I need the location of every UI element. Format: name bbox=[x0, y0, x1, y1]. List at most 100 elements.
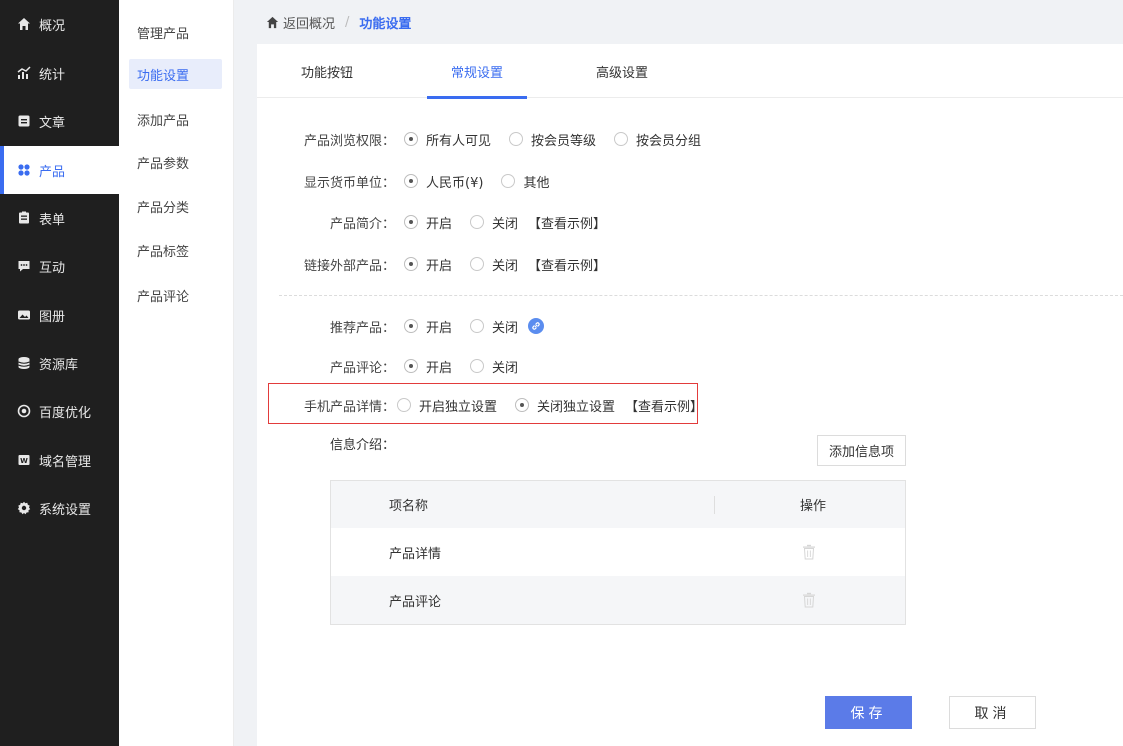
column-header-actions: 操作 bbox=[800, 499, 827, 514]
subnav-item-add-product[interactable]: 添加产品 bbox=[129, 104, 222, 134]
setting-label: 产品评论： bbox=[330, 360, 396, 376]
section-divider bbox=[279, 295, 1123, 296]
setting-product-intro: 产品简介： 开启 关闭 【查看示例】 bbox=[330, 211, 606, 233]
breadcrumb-current: 功能设置 bbox=[359, 16, 412, 32]
radio-currency-rmb[interactable]: 人民币(¥) bbox=[404, 172, 483, 191]
setting-browse-permission: 产品浏览权限： 所有人可见 按会员等级 按会员分组 bbox=[304, 128, 701, 150]
radio-mobile-independent-on[interactable]: 开启独立设置 bbox=[397, 396, 497, 415]
nav-item-label: 资源库 bbox=[39, 357, 79, 373]
database-icon bbox=[17, 356, 31, 370]
setting-label: 手机产品详情： bbox=[304, 399, 396, 415]
chart-icon bbox=[17, 66, 31, 80]
radio-mobile-independent-off[interactable]: 关闭独立设置 bbox=[515, 396, 615, 415]
trash-icon[interactable] bbox=[802, 592, 816, 608]
setting-recommend-products: 推荐产品： 开启 关闭 bbox=[330, 315, 545, 337]
chat-icon bbox=[17, 259, 31, 273]
subnav-item-product-tags[interactable]: 产品标签 bbox=[129, 235, 222, 265]
subnav-item-product-categories[interactable]: 产品分类 bbox=[129, 191, 222, 221]
svg-text:W: W bbox=[20, 457, 28, 465]
subnav-item-manage-products[interactable]: 管理产品 bbox=[129, 17, 222, 47]
nav-item-label: 系统设置 bbox=[39, 502, 92, 518]
nav-item-domains[interactable]: W 域名管理 bbox=[0, 436, 119, 484]
setting-label: 链接外部产品： bbox=[304, 258, 396, 274]
breadcrumb-separator: / bbox=[345, 14, 350, 30]
table-header: 项名称 操作 bbox=[331, 481, 905, 528]
nav-item-overview[interactable]: 概况 bbox=[0, 0, 119, 48]
trash-icon[interactable] bbox=[802, 544, 816, 560]
info-intro-label: 信息介绍： bbox=[330, 437, 396, 453]
subnav-item-feature-settings[interactable]: 功能设置 bbox=[129, 59, 222, 89]
nav-item-products[interactable]: 产品 bbox=[0, 146, 119, 194]
row-name: 产品详情 bbox=[389, 546, 442, 562]
tab-function-buttons[interactable]: 功能按钮 bbox=[292, 44, 362, 98]
radio-browse-member-level[interactable]: 按会员等级 bbox=[509, 130, 596, 149]
main-sidebar: 概况 统计 文章 产品 表单 互动 图册 资源库 百度优化 W 域名管理 系统设… bbox=[0, 0, 119, 746]
link-icon[interactable] bbox=[528, 318, 545, 334]
view-example-link[interactable]: 【查看示例】 bbox=[528, 213, 606, 232]
save-button[interactable]: 保存 bbox=[825, 696, 912, 729]
table-row: 产品详情 bbox=[331, 528, 905, 576]
subnav-item-product-params[interactable]: 产品参数 bbox=[129, 147, 222, 177]
setting-label: 推荐产品： bbox=[330, 320, 396, 336]
nav-item-interaction[interactable]: 互动 bbox=[0, 242, 119, 290]
nav-item-album[interactable]: 图册 bbox=[0, 291, 119, 339]
breadcrumb-home-label: 返回概况 bbox=[283, 16, 336, 32]
radio-external-on[interactable]: 开启 bbox=[404, 255, 452, 274]
row-name: 产品评论 bbox=[389, 594, 442, 610]
nav-item-label: 互动 bbox=[39, 260, 66, 276]
nav-item-articles[interactable]: 文章 bbox=[0, 97, 119, 145]
radio-external-off[interactable]: 关闭 bbox=[470, 255, 518, 274]
table-row: 产品评论 bbox=[331, 576, 905, 624]
radio-review-off[interactable]: 关闭 bbox=[470, 357, 518, 376]
radio-browse-everyone[interactable]: 所有人可见 bbox=[404, 130, 491, 149]
album-icon bbox=[17, 308, 31, 322]
article-icon bbox=[17, 114, 31, 128]
radio-recommend-off[interactable]: 关闭 bbox=[470, 317, 518, 336]
nav-item-seo[interactable]: 百度优化 bbox=[0, 387, 119, 435]
nav-item-label: 文章 bbox=[39, 115, 66, 131]
radio-currency-other[interactable]: 其他 bbox=[501, 172, 549, 191]
nav-item-label: 百度优化 bbox=[39, 405, 92, 421]
setting-label: 显示货币单位： bbox=[304, 175, 396, 191]
add-info-item-button[interactable]: 添加信息项 bbox=[817, 435, 906, 466]
nav-item-label: 图册 bbox=[39, 309, 66, 325]
nav-item-label: 产品 bbox=[39, 164, 66, 180]
setting-product-reviews: 产品评论： 开启 关闭 bbox=[330, 355, 518, 377]
cancel-button[interactable]: 取消 bbox=[949, 696, 1036, 729]
setting-external-product: 链接外部产品： 开启 关闭 【查看示例】 bbox=[304, 253, 606, 275]
seo-icon bbox=[17, 404, 31, 418]
setting-currency: 显示货币单位： 人民币(¥) 其他 bbox=[304, 170, 549, 192]
info-items-table: 项名称 操作 产品详情 产品评论 bbox=[330, 480, 906, 625]
nav-item-label: 表单 bbox=[39, 212, 66, 228]
home-icon bbox=[17, 17, 31, 31]
tab-general-settings[interactable]: 常规设置 bbox=[427, 44, 527, 99]
home-icon bbox=[266, 16, 279, 28]
product-icon bbox=[17, 163, 31, 177]
view-example-link[interactable]: 【查看示例】 bbox=[625, 396, 703, 415]
setting-label: 产品浏览权限： bbox=[304, 133, 396, 149]
nav-item-label: 统计 bbox=[39, 67, 66, 83]
column-divider bbox=[714, 496, 715, 514]
radio-intro-on[interactable]: 开启 bbox=[404, 213, 452, 232]
nav-item-label: 域名管理 bbox=[39, 454, 92, 470]
breadcrumb: 返回概况 / 功能设置 bbox=[234, 0, 1123, 44]
radio-review-on[interactable]: 开启 bbox=[404, 357, 452, 376]
main-panel: 功能按钮 常规设置 高级设置 产品浏览权限： 所有人可见 按会员等级 按会员分组… bbox=[257, 44, 1123, 746]
view-example-link[interactable]: 【查看示例】 bbox=[528, 255, 606, 274]
nav-item-resources[interactable]: 资源库 bbox=[0, 339, 119, 387]
subnav-item-product-reviews[interactable]: 产品评论 bbox=[129, 280, 222, 310]
nav-item-forms[interactable]: 表单 bbox=[0, 194, 119, 242]
nav-item-system-settings[interactable]: 系统设置 bbox=[0, 484, 119, 532]
nav-item-label: 概况 bbox=[39, 18, 66, 34]
radio-recommend-on[interactable]: 开启 bbox=[404, 317, 452, 336]
tab-advanced-settings[interactable]: 高级设置 bbox=[587, 44, 657, 98]
radio-intro-off[interactable]: 关闭 bbox=[470, 213, 518, 232]
column-header-name: 项名称 bbox=[389, 499, 429, 514]
breadcrumb-back-link[interactable]: 返回概况 bbox=[266, 13, 335, 32]
setting-mobile-detail: 手机产品详情： 开启独立设置 关闭独立设置 【查看示例】 bbox=[304, 394, 703, 416]
gear-icon bbox=[17, 501, 31, 515]
nav-item-stats[interactable]: 统计 bbox=[0, 49, 119, 97]
domain-icon: W bbox=[17, 453, 31, 467]
radio-browse-member-group[interactable]: 按会员分组 bbox=[614, 130, 701, 149]
sub-sidebar: 管理产品 功能设置 添加产品 产品参数 产品分类 产品标签 产品评论 bbox=[119, 0, 234, 746]
